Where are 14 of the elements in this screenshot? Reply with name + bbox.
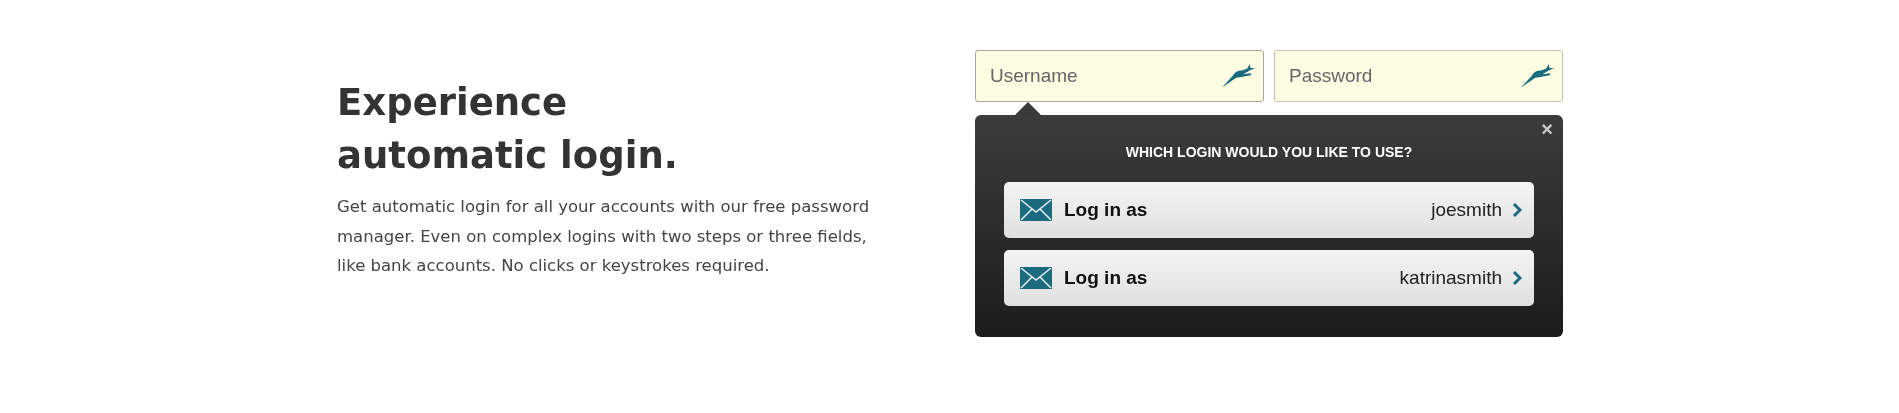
antelope-icon xyxy=(1220,63,1256,89)
input-field[interactable]: Username xyxy=(975,50,1264,102)
close-button[interactable]: × xyxy=(1537,119,1557,139)
envelope-icon xyxy=(1020,267,1052,289)
account-button[interactable]: Log in as katrinasmith xyxy=(1004,250,1534,306)
chevron-icon xyxy=(1512,202,1522,218)
description: Get automatic login for all your accounts with our free password manager. Even on complex logins with two steps or three fields, like bank accounts. No clicks or keystrokes required. xyxy=(337,196,871,277)
envelope-icon xyxy=(1020,199,1052,221)
chevron-icon xyxy=(1512,270,1522,286)
input-field[interactable]: Password xyxy=(1274,50,1563,102)
headline: Experience automatic login. xyxy=(337,80,679,179)
account-button[interactable]: Log in as joesmith xyxy=(1004,182,1534,238)
antelope-icon xyxy=(1519,63,1555,89)
popup-title: WHICH LOGIN WOULD YOU LIKE TO USE? xyxy=(1124,143,1414,162)
